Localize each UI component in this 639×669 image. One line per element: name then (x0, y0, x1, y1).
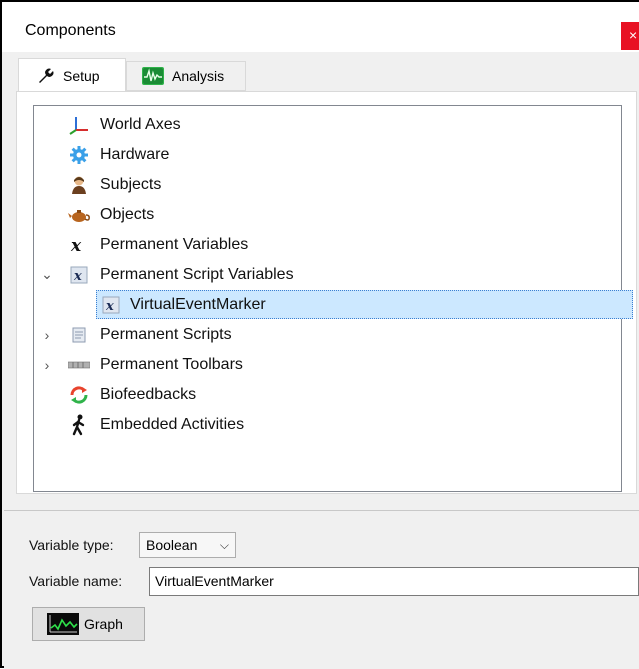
gear-icon (68, 144, 90, 166)
tree-item-label: Permanent Scripts (100, 325, 232, 343)
tree-item-label: Permanent Toolbars (100, 355, 243, 373)
tree-item-world-axes[interactable]: World Axes (34, 110, 620, 139)
script-variable-icon: x (100, 294, 122, 316)
setup-panel: World Axes Hardware Subjects Objects x P… (16, 91, 637, 494)
tab-analysis[interactable]: Analysis (126, 61, 246, 91)
variable-x-icon: x (68, 234, 90, 256)
tree-item-label: Permanent Script Variables (100, 265, 294, 283)
variable-type-select[interactable]: Boolean ⌵ (139, 532, 236, 558)
tree-item-subjects[interactable]: Subjects (34, 170, 620, 199)
toolbar-icon (68, 354, 90, 376)
tree-item-objects[interactable]: Objects (34, 200, 620, 229)
tree-item-embedded-activities[interactable]: Embedded Activities (34, 410, 620, 439)
tree-item-label: World Axes (100, 115, 181, 133)
tab-analysis-label: Analysis (172, 68, 225, 84)
tab-setup[interactable]: Setup (18, 58, 126, 92)
properties-panel: Variable type: Boolean ⌵ Variable name: … (4, 510, 639, 669)
script-icon (68, 324, 90, 346)
tree-item-permanent-toolbars[interactable]: › Permanent Toolbars (34, 350, 620, 379)
tree-item-permanent-variables[interactable]: x Permanent Variables (34, 230, 620, 259)
graph-icon (47, 613, 79, 635)
tree-item-hardware[interactable]: Hardware (34, 140, 620, 169)
tree-item-label: Subjects (100, 175, 162, 193)
tab-setup-label: Setup (63, 67, 100, 84)
wrench-icon (37, 68, 55, 84)
title-bar: Components × (2, 2, 639, 52)
waveform-icon (142, 67, 164, 85)
tree-item-label: Permanent Variables (100, 235, 249, 253)
tree-item-label: Objects (100, 205, 155, 223)
axes-icon (68, 114, 90, 136)
window-title: Components (25, 22, 116, 39)
loop-icon (68, 384, 90, 406)
tree-item-label: Biofeedbacks (100, 385, 197, 403)
expanded-chevron-icon[interactable]: ⌄ (39, 266, 55, 283)
collapsed-chevron-icon[interactable]: › (39, 357, 55, 373)
chevron-down-icon: ⌵ (219, 538, 229, 552)
svg-text:x: x (73, 269, 82, 284)
variable-type-label: Variable type: (29, 537, 114, 553)
tree-item-permanent-scripts[interactable]: › Permanent Scripts (34, 320, 620, 349)
graph-button-label: Graph (84, 616, 123, 632)
tab-bar: Setup Analysis (16, 58, 636, 94)
components-window: Components × Setup Analysis World Axes H… (0, 0, 639, 669)
teapot-icon (68, 204, 90, 226)
svg-text:x: x (105, 299, 114, 314)
svg-text:x: x (70, 236, 82, 255)
tree-item-permanent-script-variables[interactable]: ⌄ x Permanent Script Variables (34, 260, 620, 289)
components-tree[interactable]: World Axes Hardware Subjects Objects x P… (33, 105, 633, 492)
person-icon (68, 174, 90, 196)
tree-item-biofeedbacks[interactable]: Biofeedbacks (34, 380, 620, 409)
variable-name-label: Variable name: (29, 573, 123, 589)
walking-icon (68, 414, 90, 436)
tree-item-label: Embedded Activities (100, 415, 245, 433)
collapsed-chevron-icon[interactable]: › (39, 327, 55, 343)
tree-item-label: VirtualEventMarker (130, 295, 266, 313)
tree-item-virtual-event-marker[interactable]: x VirtualEventMarker (96, 290, 633, 319)
tree-item-label: Hardware (100, 145, 170, 163)
variable-type-value: Boolean (146, 537, 198, 553)
graph-button[interactable]: Graph (32, 607, 145, 641)
script-variable-icon: x (68, 264, 90, 286)
variable-name-field[interactable]: VirtualEventMarker (149, 567, 639, 596)
close-button[interactable]: × (621, 22, 639, 50)
